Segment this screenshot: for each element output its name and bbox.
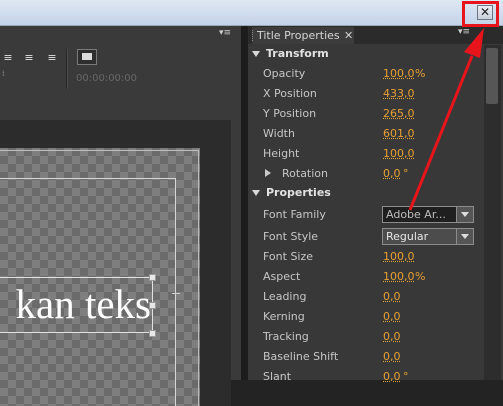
toolbar-divider	[66, 49, 68, 89]
prop-label: X Position	[263, 87, 317, 100]
section-transform[interactable]: Transform	[248, 44, 484, 64]
prop-label: Slant	[263, 370, 292, 383]
prop-row-width: Width 601,0	[248, 123, 484, 143]
collapsed-triangle-icon[interactable]	[265, 169, 271, 177]
prop-value[interactable]: 0,0	[383, 370, 401, 383]
title-properties-panel: Title Properties ✕ ▾≡ Transform Opacity …	[248, 26, 503, 383]
prop-value[interactable]: 0,0	[383, 167, 401, 180]
tab-label: Title Properties	[257, 29, 340, 42]
prop-value[interactable]: 100,0	[383, 250, 415, 263]
prop-label: Tracking	[263, 330, 309, 343]
show-background-video-button[interactable]	[77, 49, 97, 65]
tab-close-icon[interactable]: ✕	[344, 27, 353, 44]
prop-row-baseline-shift: Baseline Shift 0,0	[248, 346, 484, 366]
canvas-text: kan teks	[15, 281, 152, 327]
chevron-down-icon[interactable]	[456, 207, 473, 222]
prop-value[interactable]: 0,0	[383, 330, 401, 343]
title-designer-panel: ▾≡ ≡ ≡ ≡ ⁞ 00:00:00:00 kan teks	[0, 26, 241, 406]
vertical-scrollbar[interactable]	[484, 45, 501, 380]
prop-value[interactable]: 0,0	[383, 350, 401, 363]
prop-unit: °	[403, 370, 409, 383]
prop-unit: %	[415, 270, 426, 283]
prop-value[interactable]: 433,0	[383, 87, 415, 100]
prop-value[interactable]: 0,0	[383, 310, 401, 323]
font-style-dropdown[interactable]: Regular	[382, 228, 474, 245]
prop-label: Opacity	[263, 67, 306, 80]
prop-label: Width	[263, 127, 295, 140]
chevron-down-icon[interactable]	[456, 229, 473, 244]
prop-value[interactable]: 100,0	[383, 67, 415, 80]
resize-handle-bottom-right[interactable]	[149, 330, 156, 337]
window-title-bar: ✕	[0, 0, 503, 26]
prop-label: Font Style	[263, 230, 319, 243]
prop-value[interactable]: 601,0	[383, 127, 415, 140]
font-family-dropdown[interactable]: Adobe Ar...	[382, 206, 474, 223]
prop-value[interactable]: 265,0	[383, 107, 415, 120]
panel-tab-bar: Title Properties ✕ ▾≡	[248, 26, 503, 44]
prop-value[interactable]: 0,0	[383, 290, 401, 303]
tab-title-properties[interactable]: Title Properties ✕	[252, 27, 354, 44]
timecode-display[interactable]: 00:00:00:00	[76, 73, 137, 84]
grip-icon	[252, 30, 255, 41]
section-label: Properties	[266, 186, 331, 199]
prop-label: Baseline Shift	[263, 350, 339, 363]
scrollbar-thumb[interactable]	[486, 48, 498, 104]
prop-label: Leading	[263, 290, 307, 303]
panel-menu-icon[interactable]: ▾≡	[458, 27, 470, 37]
prop-row-kerning: Kerning 0,0	[248, 306, 484, 326]
prop-row-height: Height 100,0	[248, 143, 484, 163]
tab-stops-icon[interactable]: ⁞	[2, 69, 5, 78]
section-label: Transform	[266, 47, 329, 60]
prop-unit: °	[403, 167, 409, 180]
prop-row-x-position: X Position 433,0	[248, 83, 484, 103]
prop-row-y-position: Y Position 265,0	[248, 103, 484, 123]
dropdown-value: Regular	[386, 230, 429, 243]
prop-label: Y Position	[263, 107, 317, 120]
prop-label: Font Family	[263, 208, 326, 221]
dropdown-value: Adobe Ar...	[386, 208, 446, 221]
prop-label: Font Size	[263, 250, 314, 263]
prop-label: Kerning	[263, 310, 305, 323]
prop-row-font-style: Font Style Regular	[248, 225, 484, 247]
prop-row-font-size: Font Size 100,0	[248, 246, 484, 266]
prop-label: Aspect	[263, 270, 301, 283]
prop-unit: %	[415, 67, 426, 80]
prop-value[interactable]: 100,0	[383, 147, 415, 160]
properties-list: Transform Opacity 100,0 % X Position 433…	[248, 44, 484, 383]
section-properties[interactable]: Properties	[248, 183, 484, 203]
prop-row-tracking: Tracking 0,0	[248, 326, 484, 346]
resize-handle-top-right[interactable]	[149, 274, 156, 281]
title-canvas[interactable]: kan teks	[0, 120, 231, 406]
prop-label: Rotation	[282, 167, 329, 180]
center-marker	[172, 293, 180, 294]
align-left-icon[interactable]: ≡	[0, 51, 16, 65]
expand-triangle-icon[interactable]	[252, 51, 260, 57]
text-object[interactable]: kan teks	[0, 277, 153, 333]
resize-handle-right[interactable]	[149, 302, 156, 309]
prop-row-aspect: Aspect 100,0 %	[248, 266, 484, 286]
prop-value[interactable]: 100,0	[383, 270, 415, 283]
prop-row-opacity: Opacity 100,0 %	[248, 63, 484, 83]
prop-row-leading: Leading 0,0	[248, 286, 484, 306]
film-icon	[82, 53, 92, 60]
panel-divider[interactable]	[241, 26, 248, 380]
text-toolbar: ≡ ≡ ≡ ⁞ 00:00:00:00	[0, 41, 241, 116]
prop-row-font-family: Font Family Adobe Ar...	[248, 203, 484, 225]
prop-row-slant: Slant 0,0 °	[248, 366, 484, 386]
prop-label: Height	[263, 147, 300, 160]
align-right-icon[interactable]: ≡	[44, 51, 60, 65]
panel-menu-icon[interactable]: ▾≡	[213, 27, 231, 39]
align-center-icon[interactable]: ≡	[21, 51, 37, 65]
annotation-highlight-box	[462, 1, 499, 27]
prop-row-rotation: Rotation 0,0 °	[248, 163, 484, 183]
expand-triangle-icon[interactable]	[252, 190, 260, 196]
